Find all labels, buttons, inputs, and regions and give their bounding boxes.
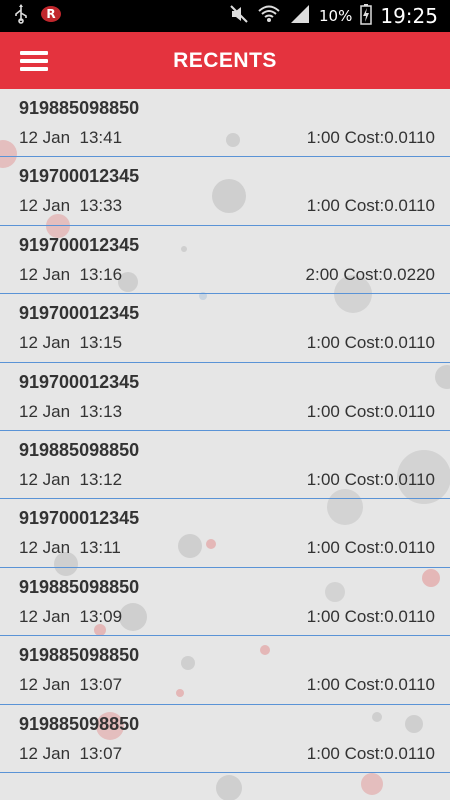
call-datetime: 12 Jan 13:12 [19, 469, 123, 489]
call-duration-cost: 1:00 Cost:0.0110 [306, 675, 435, 695]
call-duration-cost: 1:00 Cost:0.0110 [306, 401, 435, 421]
call-log-item[interactable]: 919885098850 12 Jan 13:12 1:00 Cost:0.0110 [0, 431, 450, 500]
recents-list[interactable]: 919885098850 12 Jan 13:41 1:00 Cost:0.0110… [0, 89, 450, 800]
call-duration-cost: 1:00 Cost:0.0110 [306, 469, 435, 489]
call-duration-cost: 1:00 Cost:0.0110 [306, 606, 435, 626]
call-duration-cost: 1:00 Cost:0.0110 [306, 128, 435, 147]
page-title: RECENTS [173, 48, 277, 72]
status-bar: R 10% 19:25 [0, 0, 450, 32]
caller-number: 919700012345 [19, 303, 140, 324]
caller-number: 919700012345 [19, 508, 140, 529]
call-log-item[interactable]: 919700012345 12 Jan 13:15 1:00 Cost:0.0110 [0, 294, 450, 363]
call-log-item[interactable]: 919700012345 12 Jan 13:16 2:00 Cost:0.0220 [0, 226, 450, 295]
status-left: R [0, 4, 62, 28]
call-log-item[interactable]: 919700012345 12 Jan 13:33 1:00 Cost:0.0110 [0, 157, 450, 226]
call-datetime: 12 Jan 13:41 [19, 128, 123, 147]
status-right: 10% 19:25 [229, 3, 450, 29]
mute-icon [229, 4, 249, 28]
call-datetime: 12 Jan 13:15 [19, 333, 123, 353]
call-duration-cost: 1:00 Cost:0.0110 [306, 196, 435, 216]
call-log-item[interactable]: 919885098850 12 Jan 13:09 1:00 Cost:0.0110 [0, 568, 450, 637]
call-datetime: 12 Jan 13:07 [19, 675, 123, 695]
caller-number: 919885098850 [19, 98, 140, 118]
call-duration-cost: 1:00 Cost:0.0110 [306, 743, 435, 763]
call-datetime: 12 Jan 13:11 [19, 538, 121, 558]
caller-number: 919885098850 [19, 576, 140, 597]
call-log-item[interactable]: 919885098850 12 Jan 13:07 1:00 Cost:0.0110 [0, 705, 450, 773]
call-duration-cost: 1:00 Cost:0.0110 [306, 538, 435, 558]
caller-number: 919700012345 [19, 371, 140, 392]
caller-number: 919885098850 [19, 713, 140, 734]
battery-percent: 10% [319, 7, 353, 25]
call-log-item[interactable]: 919700012345 12 Jan 13:13 1:00 Cost:0.0110 [0, 363, 450, 431]
hamburger-menu-icon[interactable] [20, 51, 48, 71]
call-datetime: 12 Jan 13:13 [19, 401, 123, 421]
call-datetime: 12 Jan 13:09 [19, 606, 123, 626]
caller-number: 919700012345 [19, 166, 140, 187]
svg-text:R: R [46, 7, 55, 21]
app-notification-icon: R [40, 4, 62, 28]
call-duration-cost: 2:00 Cost:0.0220 [305, 264, 435, 284]
usb-icon [14, 4, 28, 28]
call-log-item[interactable]: 919885098850 12 Jan 13:07 1:00 Cost:0.0110 [0, 636, 450, 705]
call-log-item[interactable]: 919885098850 12 Jan 13:41 1:00 Cost:0.0110 [0, 89, 450, 158]
caller-number: 919885098850 [19, 439, 140, 460]
app-bar: RECENTS [0, 32, 450, 89]
call-log-item[interactable]: 919700012345 12 Jan 13:11 1:00 Cost:0.0110 [0, 499, 450, 568]
call-datetime: 12 Jan 13:16 [19, 264, 123, 284]
battery-charging-icon [360, 3, 373, 29]
clock: 19:25 [380, 4, 438, 28]
signal-icon [289, 4, 311, 28]
caller-number: 919885098850 [19, 645, 140, 666]
call-datetime: 12 Jan 13:33 [19, 196, 123, 216]
caller-number: 919700012345 [19, 234, 140, 255]
call-duration-cost: 1:00 Cost:0.0110 [306, 333, 435, 353]
wifi-icon [257, 4, 281, 28]
call-datetime: 12 Jan 13:07 [19, 743, 123, 763]
